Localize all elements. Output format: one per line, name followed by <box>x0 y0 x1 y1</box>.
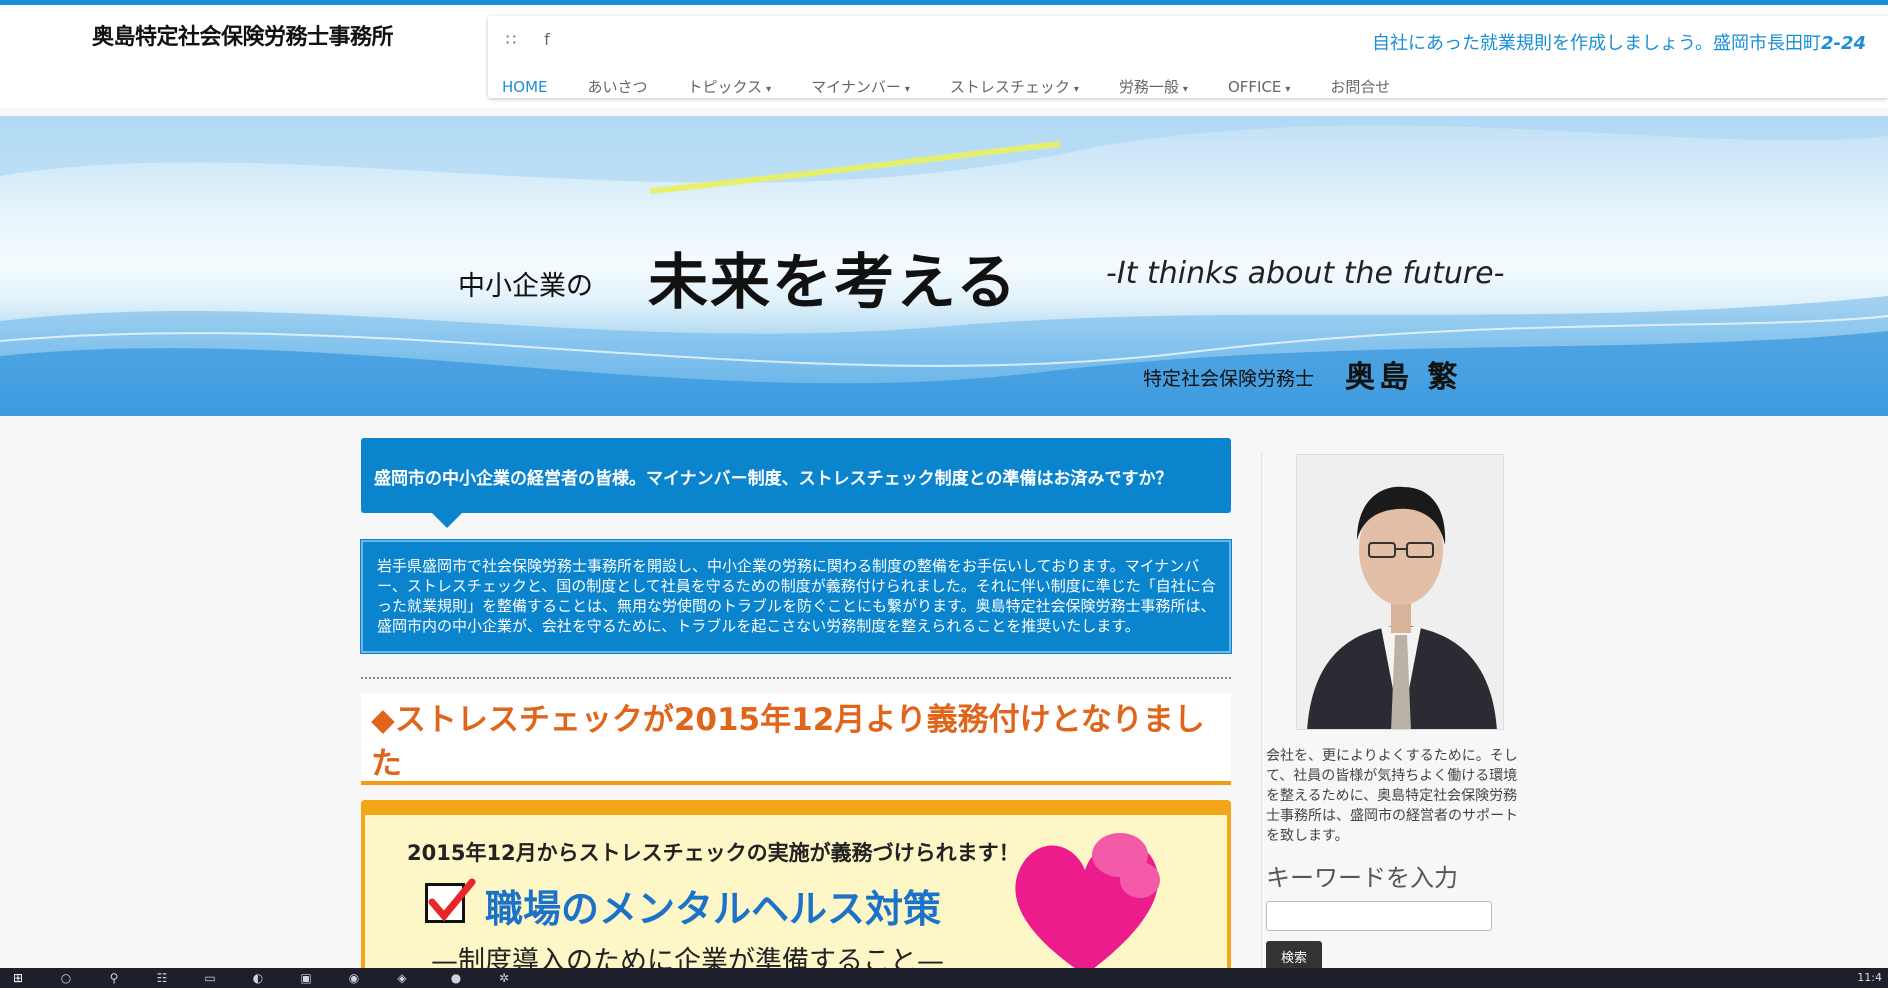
tagline-text: 自社にあった就業規則を作成しましょう。盛岡市長田町 <box>1372 33 1821 54</box>
menu-item-greeting[interactable]: あいさつ <box>568 76 668 98</box>
header-tagline: 自社にあった就業規則を作成しましょう。盛岡市長田町2-24 <box>1372 29 1866 55</box>
tagline-address-number: 2-24 <box>1820 33 1866 54</box>
chevron-down-icon: ▾ <box>904 84 910 95</box>
app-icon[interactable]: ◉ <box>346 971 362 985</box>
banner-english-tagline: -It thinks about the future- <box>1106 256 1505 291</box>
callout-pointer <box>431 512 463 528</box>
menu-item-my-number[interactable]: マイナンバー ▾ <box>791 76 930 98</box>
post-title[interactable]: ◆ストレスチェックが2015年12月より義務付けとなりました <box>371 698 1221 786</box>
post-header: ◆ストレスチェックが2015年12月より義務付けとなりました <box>361 693 1231 785</box>
chevron-down-icon: ▾ <box>1285 84 1291 95</box>
clock: 11:4 <box>1857 971 1882 984</box>
chrome-icon[interactable]: ● <box>448 971 464 985</box>
heart-illustration-icon <box>1015 833 1160 972</box>
social-links: ∷ f <box>502 30 556 49</box>
facebook-icon[interactable]: f <box>538 30 556 49</box>
store-icon[interactable]: ▣ <box>298 971 314 985</box>
banner-name: 奥島 繁 <box>1345 360 1462 395</box>
menu-item-labor-general[interactable]: 労務一般 ▾ <box>1099 76 1208 98</box>
menu-item-office[interactable]: OFFICE ▾ <box>1208 76 1310 98</box>
search-input[interactable] <box>1266 901 1492 931</box>
windows-start-icon[interactable]: ⊞ <box>10 971 26 985</box>
intro-box: 岩手県盛岡市で社会保険労務士事務所を開設し、中小企業の労務に関わる制度の整備をお… <box>360 539 1232 654</box>
menu-item-home[interactable]: HOME <box>488 76 568 98</box>
app-icon[interactable]: ✲ <box>496 971 512 985</box>
feature-panel: 2015年12月からストレスチェックの実施が義務づけられます！ 職場のメンタルヘ… <box>365 815 1227 972</box>
search-button[interactable]: 検索 <box>1266 941 1322 971</box>
rss-icon[interactable]: ∷ <box>502 30 520 49</box>
chevron-down-icon: ▾ <box>1073 84 1079 95</box>
sidebar-text: 会社を、更によりよくするために。そして、社員の皆様が気持ちよく働ける環境を整える… <box>1266 748 1518 844</box>
section-divider <box>361 677 1231 679</box>
feature-image[interactable]: 2015年12月からストレスチェックの実施が義務づけられます！ 職場のメンタルヘ… <box>361 800 1231 972</box>
folder-icon[interactable]: ▭ <box>202 971 218 985</box>
site-header: 奥島特定社会保険労務士事務所 ∷ f 自社にあった就業規則を作成しましょう。盛岡… <box>0 5 1888 108</box>
checkbox-icon <box>425 878 476 923</box>
main-menu: HOME あいさつ トピックス ▾ マイナンバー ▾ ストレスチェック ▾ 労務一般 ▾… <box>488 76 1410 98</box>
search-icon[interactable]: ○ <box>58 971 74 985</box>
edge-icon[interactable]: ◐ <box>250 971 266 985</box>
menu-item-stress-check[interactable]: ストレスチェック ▾ <box>930 76 1099 98</box>
profile-photo <box>1296 454 1504 730</box>
menu-item-topics[interactable]: トピックス ▾ <box>668 76 792 98</box>
site-title[interactable]: 奥島特定社会保険労務士事務所 <box>92 19 394 51</box>
person-portrait-icon <box>1297 455 1503 729</box>
nav-card: ∷ f 自社にあった就業規則を作成しましょう。盛岡市長田町2-24 HOME あ… <box>488 16 1888 98</box>
hero-banner: 中小企業の 未来を考える -It thinks about the future… <box>0 116 1888 416</box>
task-view-icon[interactable]: ☷ <box>154 971 170 985</box>
callout-text: 盛岡市の中小企業の経営者の皆様。マイナンバー制度、ストレスチェック制度との準備は… <box>374 469 1173 489</box>
sidebar-divider <box>1261 452 1262 972</box>
keyword-label: キーワードを入力 <box>1266 864 1458 892</box>
feature-line-2: 職場のメンタルヘルス対策 <box>485 887 942 931</box>
banner-headline: 未来を考える <box>648 248 1019 318</box>
banner-role: 特定社会保険労務士 <box>1143 368 1315 390</box>
chevron-down-icon: ▾ <box>1182 84 1188 95</box>
app-icon[interactable]: ◈ <box>394 971 410 985</box>
banner-subtitle: 中小企業の <box>458 271 593 302</box>
feature-line-1: 2015年12月からストレスチェックの実施が義務づけられます！ <box>407 841 1020 865</box>
intro-text: 岩手県盛岡市で社会保険労務士事務所を開設し、中小企業の労務に関わる制度の整備をお… <box>377 557 1216 635</box>
callout-box: 盛岡市の中小企業の経営者の皆様。マイナンバー制度、ストレスチェック制度との準備は… <box>361 438 1231 528</box>
os-taskbar: ⊞ ○ ⚲ ☷ ▭ ◐ ▣ ◉ ◈ ● ✲ 11:4 <box>0 968 1888 988</box>
menu-item-contact[interactable]: お問合せ <box>1310 76 1410 98</box>
chevron-down-icon: ▾ <box>766 84 772 95</box>
search-icon[interactable]: ⚲ <box>106 971 122 985</box>
